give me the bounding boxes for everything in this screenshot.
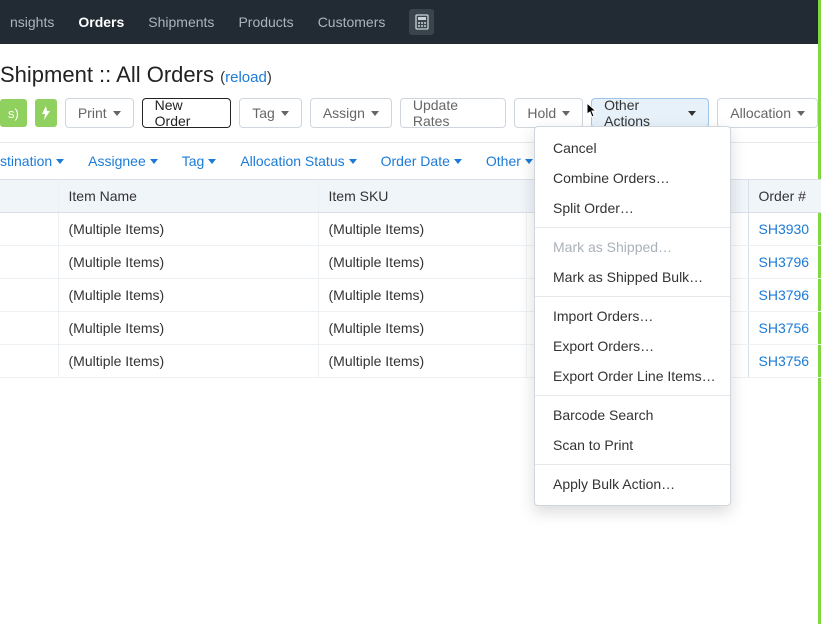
- filter-other[interactable]: Other: [486, 153, 533, 169]
- nav-customers[interactable]: Customers: [318, 14, 386, 30]
- chevron-down-icon: [150, 159, 158, 164]
- nav-products[interactable]: Products: [238, 14, 293, 30]
- cell-item-name: (Multiple Items): [58, 345, 318, 378]
- menu-separator: [535, 464, 730, 465]
- col-item-sku[interactable]: Item SKU: [318, 180, 526, 213]
- reload-link[interactable]: reload: [225, 69, 267, 86]
- cell-item-sku: (Multiple Items): [318, 312, 526, 345]
- chevron-down-icon: [56, 159, 64, 164]
- new-order-button[interactable]: New Order: [142, 98, 232, 128]
- order-number-link[interactable]: SH3756: [759, 320, 810, 336]
- menu-apply-bulk-action[interactable]: Apply Bulk Action…: [535, 469, 730, 499]
- caret-down-icon: [371, 111, 379, 116]
- menu-separator: [535, 296, 730, 297]
- other-actions-menu: Cancel Combine Orders… Split Order… Mark…: [534, 126, 731, 506]
- hold-button[interactable]: Hold: [514, 98, 583, 128]
- other-actions-button[interactable]: Other Actions: [591, 98, 709, 128]
- allocation-label: Allocation: [730, 105, 791, 121]
- menu-mark-as-shipped: Mark as Shipped…: [535, 232, 730, 262]
- cell-item-sku: (Multiple Items): [318, 246, 526, 279]
- assign-label: Assign: [323, 105, 365, 121]
- allocation-button[interactable]: Allocation: [717, 98, 818, 128]
- filter-allocation-status[interactable]: Allocation Status: [240, 153, 356, 169]
- menu-import-orders[interactable]: Import Orders…: [535, 301, 730, 331]
- nav-shipments[interactable]: Shipments: [148, 14, 214, 30]
- hold-label: Hold: [527, 105, 556, 121]
- calculator-icon[interactable]: [409, 9, 434, 35]
- menu-export-order-line-items[interactable]: Export Order Line Items…: [535, 361, 730, 391]
- filter-tag[interactable]: Tag: [182, 153, 217, 169]
- nav-insights[interactable]: nsights: [10, 14, 54, 30]
- chevron-down-icon: [208, 159, 216, 164]
- filter-order-date[interactable]: Order Date: [381, 153, 462, 169]
- tag-label: Tag: [252, 105, 275, 121]
- filter-order-date-label: Order Date: [381, 153, 450, 169]
- filter-destination-label: stination: [0, 153, 52, 169]
- order-number-link[interactable]: SH3930: [759, 221, 810, 237]
- update-rates-button[interactable]: Update Rates: [400, 98, 506, 128]
- top-nav: nsights Orders Shipments Products Custom…: [0, 0, 818, 44]
- cell-item-name: (Multiple Items): [58, 213, 318, 246]
- print-button[interactable]: Print: [65, 98, 134, 128]
- filter-destination[interactable]: stination: [0, 153, 64, 169]
- menu-mark-as-shipped-bulk[interactable]: Mark as Shipped Bulk…: [535, 262, 730, 292]
- menu-scan-to-print[interactable]: Scan to Print: [535, 430, 730, 460]
- bolt-button[interactable]: [35, 99, 57, 127]
- filter-assignee[interactable]: Assignee: [88, 153, 158, 169]
- cell-item-sku: (Multiple Items): [318, 213, 526, 246]
- order-number-link[interactable]: SH3796: [759, 287, 810, 303]
- order-number-link[interactable]: SH3756: [759, 353, 810, 369]
- col-item-name[interactable]: Item Name: [58, 180, 318, 213]
- filter-tag-label: Tag: [182, 153, 205, 169]
- tag-button[interactable]: Tag: [239, 98, 302, 128]
- order-number-link[interactable]: SH3796: [759, 254, 810, 270]
- chevron-down-icon: [454, 159, 462, 164]
- cell-item-name: (Multiple Items): [58, 312, 318, 345]
- caret-down-icon: [281, 111, 289, 116]
- reload-close-paren: ): [267, 69, 272, 86]
- cell-item-sku: (Multiple Items): [318, 279, 526, 312]
- menu-barcode-search[interactable]: Barcode Search: [535, 400, 730, 430]
- menu-split-order[interactable]: Split Order…: [535, 193, 730, 223]
- menu-separator: [535, 395, 730, 396]
- col-blank-left: [0, 180, 58, 213]
- caret-down-icon: [562, 111, 570, 116]
- filter-other-label: Other: [486, 153, 521, 169]
- chevron-down-icon: [525, 159, 533, 164]
- caret-down-icon: [688, 111, 696, 116]
- menu-separator: [535, 227, 730, 228]
- cell-item-name: (Multiple Items): [58, 246, 318, 279]
- col-order-number[interactable]: Order #: [748, 180, 821, 213]
- print-label: Print: [78, 105, 107, 121]
- filter-assignee-label: Assignee: [88, 153, 146, 169]
- other-actions-label: Other Actions: [604, 97, 682, 129]
- cell-item-sku: (Multiple Items): [318, 345, 526, 378]
- nav-orders[interactable]: Orders: [78, 14, 124, 30]
- menu-export-orders[interactable]: Export Orders…: [535, 331, 730, 361]
- menu-cancel[interactable]: Cancel: [535, 133, 730, 163]
- filter-allocation-status-label: Allocation Status: [240, 153, 344, 169]
- caret-down-icon: [113, 111, 121, 116]
- chevron-down-icon: [349, 159, 357, 164]
- menu-combine-orders[interactable]: Combine Orders…: [535, 163, 730, 193]
- selection-pill[interactable]: s): [0, 99, 27, 127]
- page-title: Shipment :: All Orders: [0, 62, 214, 87]
- assign-button[interactable]: Assign: [310, 98, 392, 128]
- caret-down-icon: [797, 111, 805, 116]
- cell-item-name: (Multiple Items): [58, 279, 318, 312]
